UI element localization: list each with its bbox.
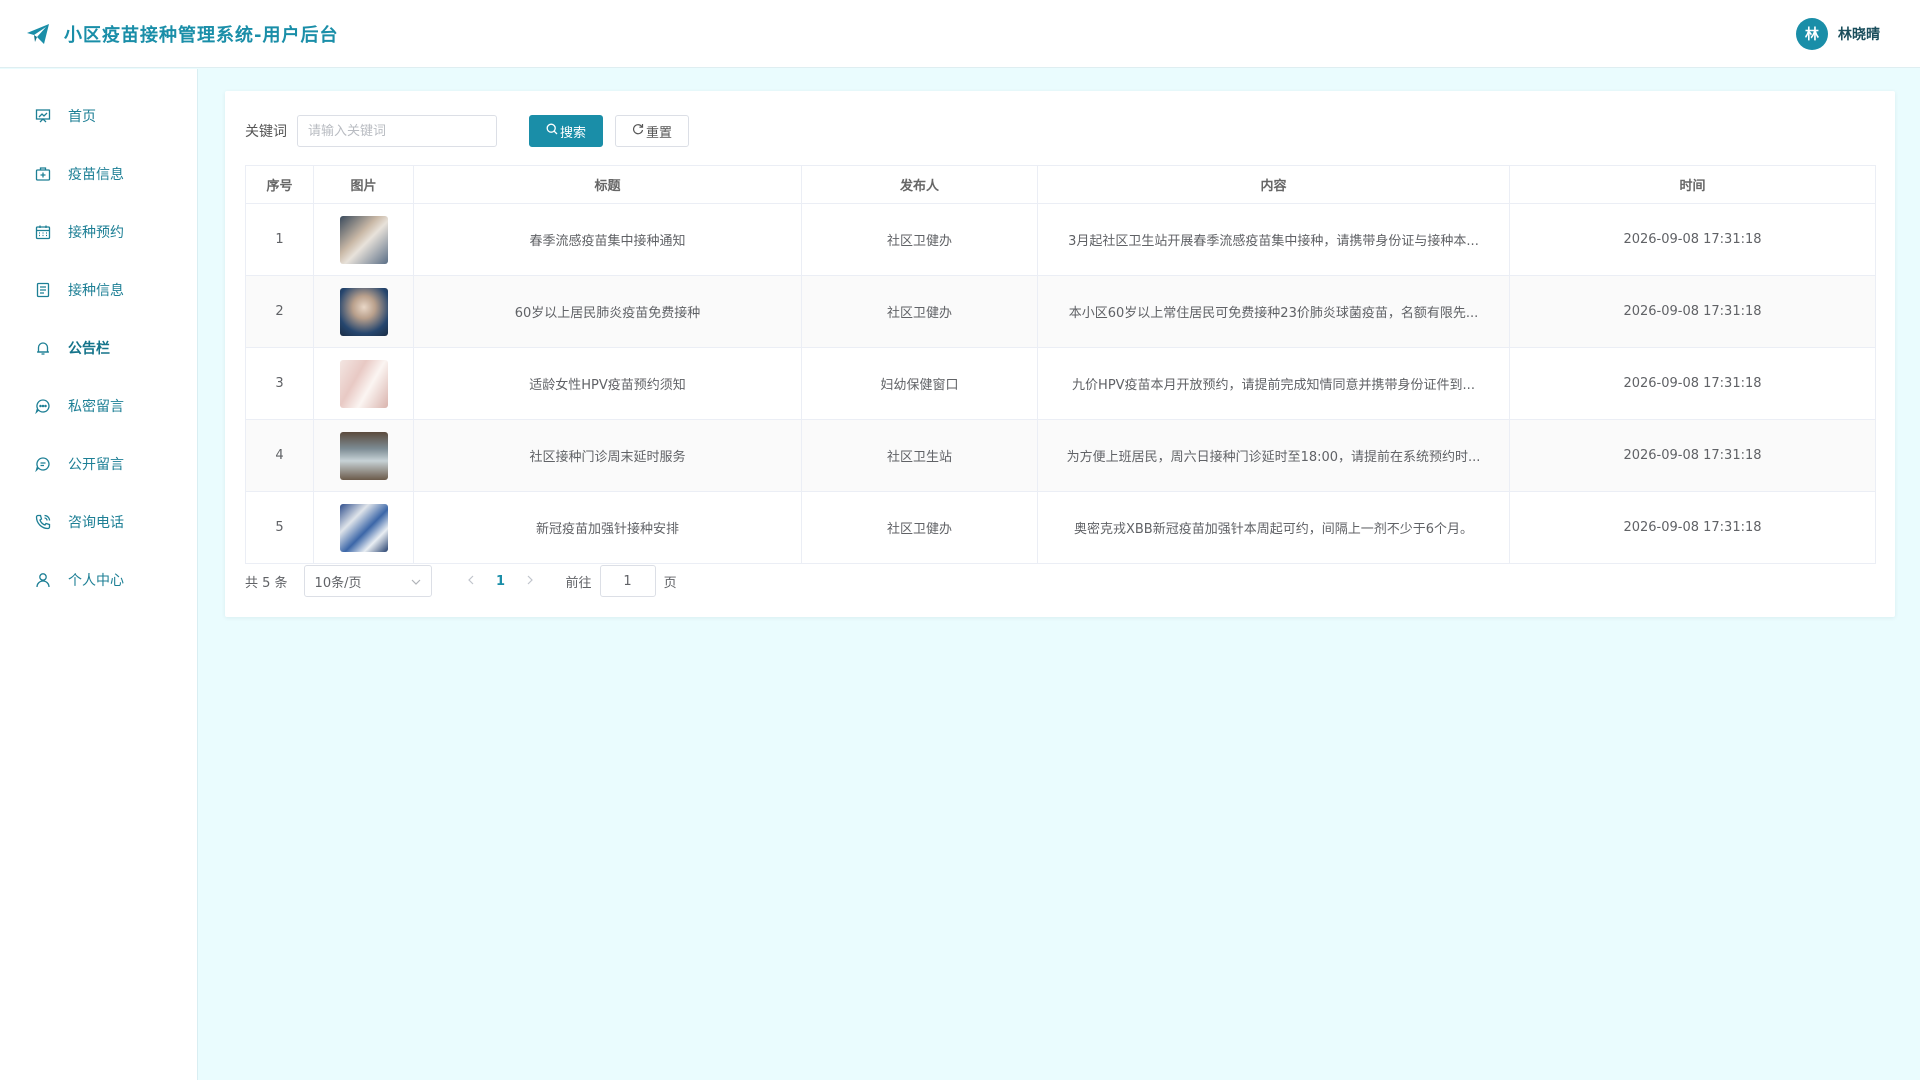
column-header-content: 内容 [1037, 165, 1510, 204]
column-header-publisher: 发布人 [801, 165, 1038, 204]
row-publisher: 社区卫健办 [801, 491, 1038, 564]
row-publisher: 妇幼保健窗口 [801, 347, 1038, 420]
row-index: 5 [245, 491, 314, 564]
sidebar-item-label: 疫苗信息 [68, 167, 124, 183]
bulletin-card: 关键词 搜索 重置 序号 图片 标题 发布人 内容 时间 1 [225, 91, 1895, 617]
row-publisher: 社区卫健办 [801, 275, 1038, 348]
row-title[interactable]: 社区接种门诊周末延时服务 [413, 419, 802, 492]
page-size-select[interactable]: 10条/页 [303, 565, 432, 597]
row-time: 2026-09-08 17:31:18 [1509, 275, 1876, 348]
sidebar-item-hotline[interactable]: 咨询电话 [0, 493, 197, 551]
bulletin-thumbnail[interactable] [339, 215, 388, 264]
row-index: 4 [245, 419, 314, 492]
paper-plane-icon [26, 21, 52, 47]
row-index: 2 [245, 275, 314, 348]
row-content: 本小区60岁以上常住居民可免费接种23价肺炎球菌疫苗，名额有限先... [1037, 275, 1510, 348]
row-content: 3月起社区卫生站开展春季流感疫苗集中接种，请携带身份证与接种本... [1037, 203, 1510, 276]
chat-icon [34, 397, 52, 415]
row-index: 3 [245, 347, 314, 420]
bulletin-thumbnail[interactable] [339, 431, 388, 480]
next-page-button[interactable] [516, 573, 546, 589]
pagination: 共 5 条 10条/页 1 前往 页 [245, 564, 1875, 598]
sidebar-item-public-message[interactable]: 公开留言 [0, 435, 197, 493]
keyword-input[interactable] [297, 115, 497, 147]
table-row[interactable]: 2 60岁以上居民肺炎疫苗免费接种 社区卫健办 本小区60岁以上常住居民可免费接… [245, 275, 1876, 348]
row-time: 2026-09-08 17:31:18 [1509, 419, 1876, 492]
sidebar-item-label: 公告栏 [68, 341, 110, 357]
refresh-icon [632, 123, 646, 139]
keyword-label: 关键词 [245, 124, 287, 140]
user-icon [34, 571, 52, 589]
table-row[interactable]: 3 适龄女性HPV疫苗预约须知 妇幼保健窗口 九价HPV疫苗本月开放预约，请提前… [245, 347, 1876, 420]
sidebar-item-bulletin[interactable]: 公告栏 [0, 319, 197, 377]
page-number[interactable]: 1 [486, 574, 516, 589]
user-menu[interactable]: 林 林晓晴 [1796, 18, 1880, 50]
total-count: 共 5 条 [245, 575, 288, 591]
page-size-value: 10条/页 [314, 575, 362, 591]
row-content: 奥密克戎XBB新冠疫苗加强针本周起可约，间隔上一剂不少于6个月。 [1037, 491, 1510, 564]
column-header-image: 图片 [313, 165, 414, 204]
table-row[interactable]: 4 社区接种门诊周末延时服务 社区卫生站 为方便上班居民，周六日接种门诊延时至1… [245, 419, 1876, 492]
sidebar-item-private-message[interactable]: 私密留言 [0, 377, 197, 435]
sidebar-item-home[interactable]: 首页 [0, 87, 197, 145]
row-time: 2026-09-08 17:31:18 [1509, 203, 1876, 276]
row-title[interactable]: 春季流感疫苗集中接种通知 [413, 203, 802, 276]
goto-page-input[interactable] [599, 565, 656, 597]
bulletin-thumbnail[interactable] [339, 287, 388, 336]
sidebar-item-label: 首页 [68, 109, 96, 125]
medkit-icon [34, 165, 52, 183]
sidebar-item-label: 个人中心 [68, 573, 124, 589]
sidebar-item-appointment[interactable]: 接种预约 [0, 203, 197, 261]
column-header-time: 时间 [1509, 165, 1876, 204]
table-row[interactable]: 1 春季流感疫苗集中接种通知 社区卫健办 3月起社区卫生站开展春季流感疫苗集中接… [245, 203, 1876, 276]
user-name[interactable]: 林晓晴 [1838, 24, 1880, 44]
page-unit-label: 页 [663, 575, 677, 591]
row-title[interactable]: 60岁以上居民肺炎疫苗免费接种 [413, 275, 802, 348]
row-content: 为方便上班居民，周六日接种门诊延时至18:00，请提前在系统预约时... [1037, 419, 1510, 492]
search-icon [546, 123, 560, 139]
table-row[interactable]: 5 新冠疫苗加强针接种安排 社区卫健办 奥密克戎XBB新冠疫苗加强针本周起可约，… [245, 491, 1876, 564]
column-header-title: 标题 [413, 165, 802, 204]
row-title[interactable]: 新冠疫苗加强针接种安排 [413, 491, 802, 564]
sidebar-item-label: 接种预约 [68, 225, 124, 241]
column-header-index: 序号 [245, 165, 314, 204]
avatar[interactable]: 林 [1796, 18, 1828, 50]
sidebar-item-label: 私密留言 [68, 399, 124, 415]
bell-icon [34, 339, 52, 357]
sidebar-item-vaccination-info[interactable]: 接种信息 [0, 261, 197, 319]
sidebar-item-vaccine-info[interactable]: 疫苗信息 [0, 145, 197, 203]
sidebar-item-label: 咨询电话 [68, 515, 124, 531]
goto-label: 前往 [565, 575, 592, 591]
row-title[interactable]: 适龄女性HPV疫苗预约须知 [413, 347, 802, 420]
search-button[interactable]: 搜索 [529, 115, 603, 147]
table-header-row: 序号 图片 标题 发布人 内容 时间 [245, 165, 1876, 204]
calendar-icon [34, 223, 52, 241]
dashboard-icon [34, 107, 52, 125]
row-publisher: 社区卫健办 [801, 203, 1038, 276]
bulletin-thumbnail[interactable] [339, 503, 388, 552]
sidebar-item-label: 公开留言 [68, 457, 124, 473]
reset-button[interactable]: 重置 [615, 115, 689, 147]
phone-icon [34, 513, 52, 531]
bulletin-thumbnail[interactable] [339, 359, 388, 408]
row-content: 九价HPV疫苗本月开放预约，请提前完成知情同意并携带身份证件到... [1037, 347, 1510, 420]
top-header: 小区疫苗接种管理系统-用户后台 林 林晓晴 [0, 0, 1920, 68]
chevron-down-icon [411, 574, 421, 589]
row-time: 2026-09-08 17:31:18 [1509, 491, 1876, 564]
comment-icon [34, 455, 52, 473]
bulletin-table: 序号 图片 标题 发布人 内容 时间 1 春季流感疫苗集中接种通知 社区卫健办 … [245, 165, 1876, 564]
row-time: 2026-09-08 17:31:18 [1509, 347, 1876, 420]
prev-page-button[interactable] [456, 573, 486, 589]
document-icon [34, 281, 52, 299]
app-title: 小区疫苗接种管理系统-用户后台 [64, 24, 339, 46]
row-index: 1 [245, 203, 314, 276]
reset-button-label: 重置 [645, 125, 672, 141]
sidebar-item-label: 接种信息 [68, 283, 124, 299]
sidebar: 首页 疫苗信息 接种预约 接种信息 公告栏 私密留言 公开留言 咨询电话 个人中… [0, 69, 198, 1080]
search-button-label: 搜索 [559, 125, 586, 141]
search-bar: 关键词 搜索 重置 [245, 115, 1875, 147]
sidebar-item-profile[interactable]: 个人中心 [0, 551, 197, 609]
row-publisher: 社区卫生站 [801, 419, 1038, 492]
